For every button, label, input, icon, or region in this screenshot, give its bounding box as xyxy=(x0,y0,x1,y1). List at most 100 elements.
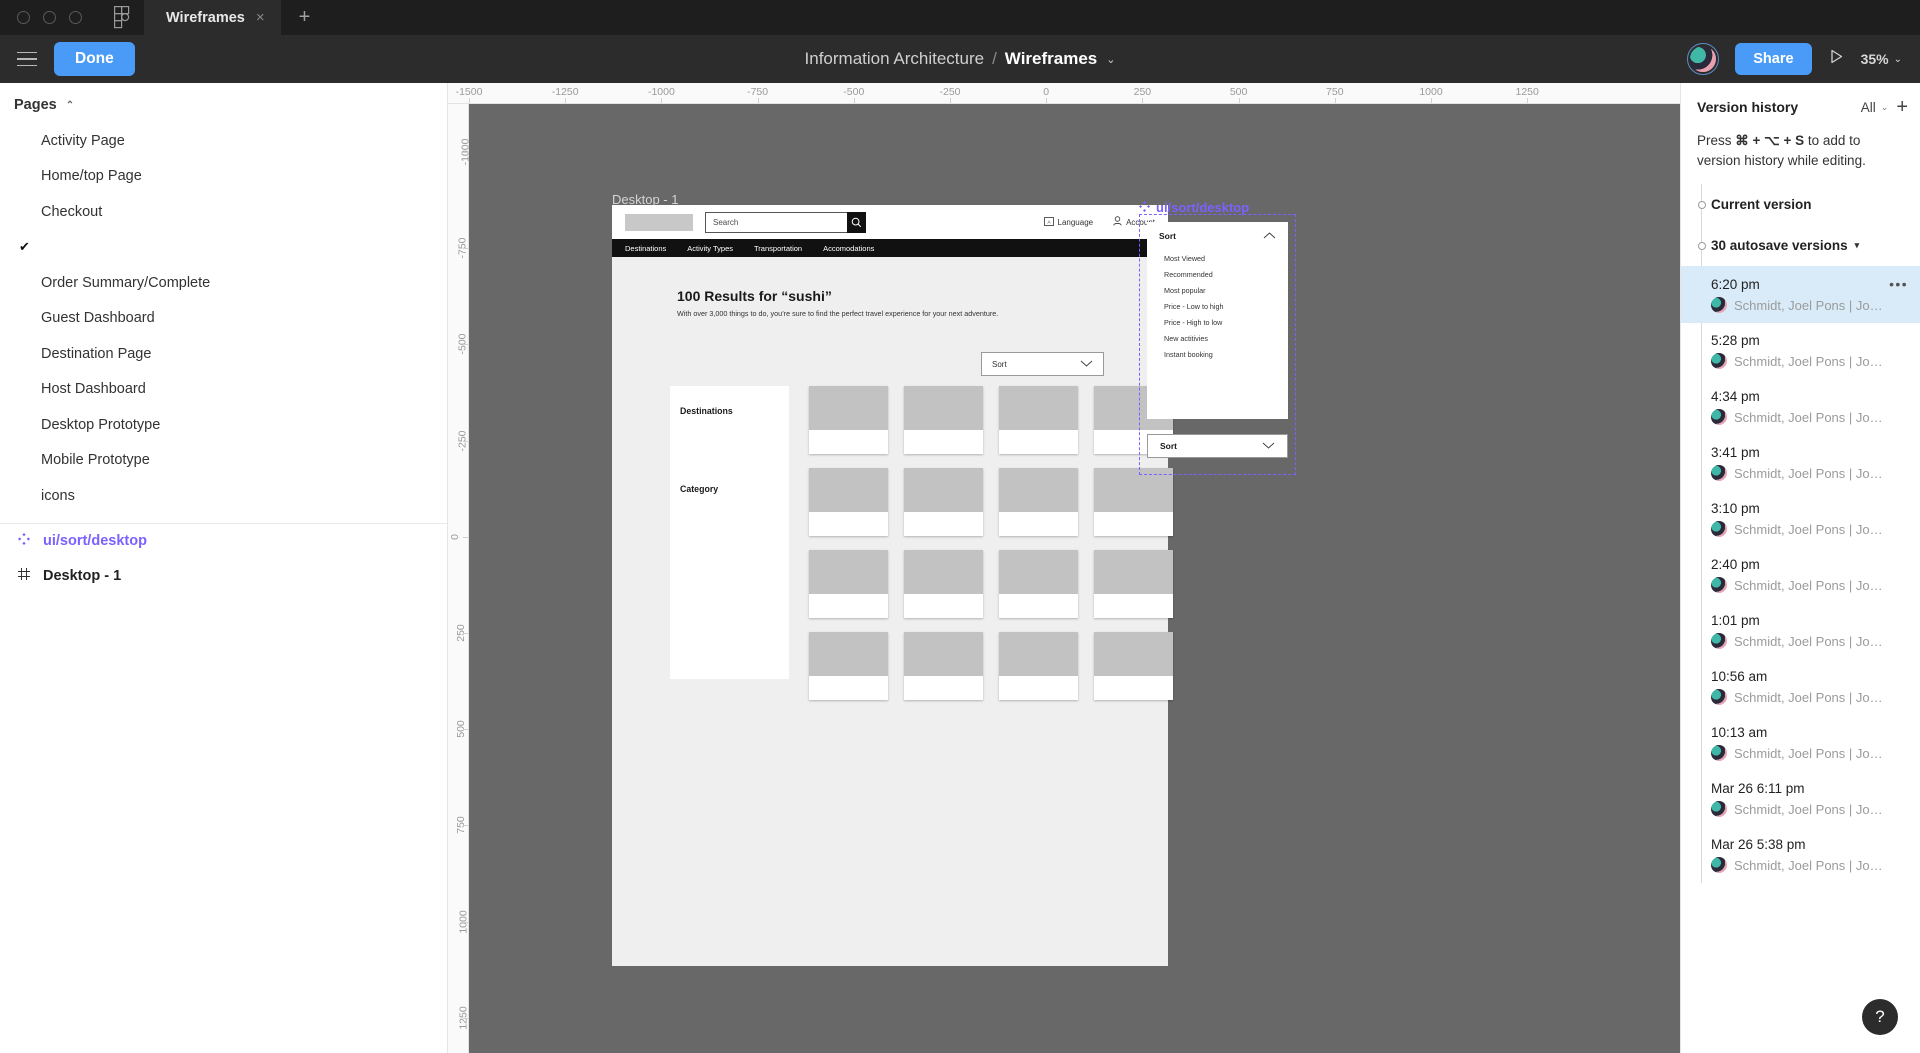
horizontal-ruler[interactable]: -1500 -1250 -1000 -750 -500 -250 0 250 500 750 100… xyxy=(448,83,1680,104)
current-version-label: Current version xyxy=(1711,197,1812,213)
figma-logo-icon[interactable] xyxy=(100,0,144,35)
sidebar-page-item[interactable]: Mobile Prototype xyxy=(0,443,447,479)
close-window-icon[interactable] xyxy=(17,11,30,24)
breadcrumb-project[interactable]: Information Architecture xyxy=(805,49,985,69)
share-button[interactable]: Share xyxy=(1735,43,1812,75)
wireframe-nav-item[interactable]: Transportation xyxy=(754,244,802,253)
minimize-window-icon[interactable] xyxy=(43,11,56,24)
wireframe-result-card[interactable] xyxy=(809,468,888,536)
avatar[interactable] xyxy=(1687,43,1720,75)
layer-item-frame[interactable]: Desktop - 1 xyxy=(0,559,447,594)
triangle-down-icon[interactable]: ▾ xyxy=(1855,240,1860,251)
version-history-entry[interactable]: 1:01 pm Schmidt, Joel Pons | Jo… xyxy=(1681,603,1920,659)
sort-option-item[interactable]: Recommended xyxy=(1147,266,1288,282)
wireframe-result-card[interactable] xyxy=(809,550,888,618)
version-history-entry[interactable]: 2:40 pm Schmidt, Joel Pons | Jo… xyxy=(1681,547,1920,603)
sidebar-page-item[interactable]: Guest Dashboard xyxy=(0,301,447,337)
close-tab-icon[interactable]: × xyxy=(256,9,265,26)
version-history-entry[interactable]: 10:13 am Schmidt, Joel Pons | Jo… xyxy=(1681,715,1920,771)
chevron-down-icon[interactable]: ⌄ xyxy=(1106,53,1115,66)
version-entry-more-icon[interactable]: ••• xyxy=(1889,276,1908,292)
wireframe-result-card[interactable] xyxy=(904,550,983,618)
hamburger-menu-icon[interactable] xyxy=(0,51,54,67)
version-history-entry[interactable]: Mar 26 6:11 pm Schmidt, Joel Pons | Jo… xyxy=(1681,771,1920,827)
wireframe-sort-dropdown[interactable]: Sort xyxy=(981,352,1104,376)
sidebar-page-item[interactable]: Host Dashboard xyxy=(0,372,447,408)
wireframe-result-card[interactable] xyxy=(999,386,1078,454)
sidebar-page-item[interactable]: Checkout xyxy=(0,194,447,230)
wireframe-language-item[interactable]: A Language xyxy=(1043,216,1093,228)
version-entry-author: Schmidt, Joel Pons | Jo… xyxy=(1734,633,1883,649)
ruler-tick-mark xyxy=(469,98,470,103)
version-history-entry[interactable]: 3:10 pm Schmidt, Joel Pons | Jo… xyxy=(1681,491,1920,547)
sidebar-page-item[interactable]: ✔ xyxy=(0,230,447,266)
wireframe-result-card[interactable] xyxy=(904,386,983,454)
sort-option-item[interactable]: Most Viewed xyxy=(1147,250,1288,266)
sidebar-page-item[interactable]: icons xyxy=(0,478,447,514)
maximize-window-icon[interactable] xyxy=(69,11,82,24)
version-filter-dropdown[interactable]: All ⌄ xyxy=(1861,100,1889,115)
sidebar-page-item[interactable]: Home/top Page xyxy=(0,159,447,195)
wireframe-result-card[interactable] xyxy=(1094,632,1173,700)
wireframe-search-input[interactable]: Search xyxy=(705,211,866,233)
sort-option-item[interactable]: New actitivies xyxy=(1147,330,1288,346)
version-history-entry[interactable]: 5:28 pm Schmidt, Joel Pons | Jo… xyxy=(1681,323,1920,379)
ruler-tick-label: -1250 xyxy=(551,86,579,98)
wireframe-nav-item[interactable]: Accomodations xyxy=(823,244,874,253)
breadcrumb-file[interactable]: Wireframes xyxy=(1005,49,1097,69)
pages-section-header[interactable]: Pages ⌃ xyxy=(0,83,447,123)
sort-dropdown-header[interactable]: Sort xyxy=(1147,222,1288,250)
help-button[interactable]: ? xyxy=(1862,999,1898,1035)
wireframe-result-card[interactable] xyxy=(1094,468,1173,536)
wireframe-result-card[interactable] xyxy=(809,632,888,700)
done-button[interactable]: Done xyxy=(54,42,135,76)
sort-option-item[interactable]: Instant booking xyxy=(1147,346,1288,362)
version-history-entry[interactable]: 10:56 am Schmidt, Joel Pons | Jo… xyxy=(1681,659,1920,715)
design-canvas[interactable]: Desktop - 1 Search A Language Account De… xyxy=(469,104,1680,1053)
layer-item-component[interactable]: ui/sort/desktop xyxy=(0,524,447,559)
version-history-panel: Version history All ⌄ + Press ⌘ + ⌥ + S … xyxy=(1680,83,1920,1053)
wireframe-nav-item[interactable]: Activity Types xyxy=(687,244,733,253)
version-history-entry[interactable]: 6:20 pm ••• Schmidt, Joel Pons | Jo… xyxy=(1681,266,1920,324)
window-controls[interactable] xyxy=(0,0,100,35)
main-toolbar: Done Information Architecture / Wirefram… xyxy=(0,35,1920,83)
sidebar-page-item[interactable]: Activity Page xyxy=(0,123,447,159)
version-item-autosave-group[interactable]: 30 autosave versions ▾ xyxy=(1681,225,1920,266)
wireframe-result-card[interactable] xyxy=(809,386,888,454)
wireframe-result-card[interactable] xyxy=(999,468,1078,536)
ruler-tick-label: 0 xyxy=(1043,86,1050,98)
vertical-ruler[interactable]: -1000 -750 -500 -250 0 250 500 750 1000 1250 xyxy=(448,104,471,1053)
component-group-label[interactable]: ui/sort/desktop xyxy=(1139,200,1249,215)
wireframe-main-nav: Destinations Activity Types Transportation… xyxy=(612,239,1168,257)
wireframe-result-card[interactable] xyxy=(904,632,983,700)
wireframe-frame-desktop-1[interactable]: Search A Language Account Destinations A… xyxy=(612,205,1173,966)
wireframe-filter-heading[interactable]: Category xyxy=(680,484,718,494)
wireframe-filter-heading[interactable]: Destinations xyxy=(680,406,733,416)
version-item-current[interactable]: Current version xyxy=(1681,184,1920,225)
version-history-entry[interactable]: Mar 26 5:38 pm Schmidt, Joel Pons | Jo… xyxy=(1681,827,1920,883)
file-tab-wireframes[interactable]: Wireframes × xyxy=(144,0,281,35)
zoom-level-control[interactable]: 35% ⌄ xyxy=(1861,51,1902,67)
sort-option-item[interactable]: Price - Low to high xyxy=(1147,298,1288,314)
sort-dropdown-collapsed[interactable]: Sort xyxy=(1147,434,1288,458)
plus-icon[interactable]: + xyxy=(1896,97,1908,117)
sort-option-item[interactable]: Most popular xyxy=(1147,282,1288,298)
wireframe-result-card[interactable] xyxy=(1094,550,1173,618)
ruler-tick-mark xyxy=(661,98,663,103)
sidebar-page-item[interactable]: Destination Page xyxy=(0,336,447,372)
wireframe-result-card[interactable] xyxy=(999,632,1078,700)
chevron-up-icon[interactable]: ⌃ xyxy=(66,100,74,111)
sort-dropdown-expanded[interactable]: Sort Most Viewed Recommended Most popular P… xyxy=(1147,222,1288,419)
new-tab-button[interactable]: + xyxy=(281,0,329,35)
wireframe-nav-item[interactable]: Destinations xyxy=(625,244,666,253)
sidebar-page-label: Activity Page xyxy=(41,132,125,149)
wireframe-result-card[interactable] xyxy=(999,550,1078,618)
play-icon[interactable] xyxy=(1829,49,1844,69)
sidebar-page-item[interactable]: Order Summary/Complete xyxy=(0,265,447,301)
wireframe-result-card[interactable] xyxy=(904,468,983,536)
version-history-entry[interactable]: 3:41 pm Schmidt, Joel Pons | Jo… xyxy=(1681,435,1920,491)
sort-option-item[interactable]: Price - High to low xyxy=(1147,314,1288,330)
magnifier-icon[interactable] xyxy=(847,211,866,233)
version-history-entry[interactable]: 4:34 pm Schmidt, Joel Pons | Jo… xyxy=(1681,379,1920,435)
sidebar-page-item[interactable]: Desktop Prototype xyxy=(0,407,447,443)
